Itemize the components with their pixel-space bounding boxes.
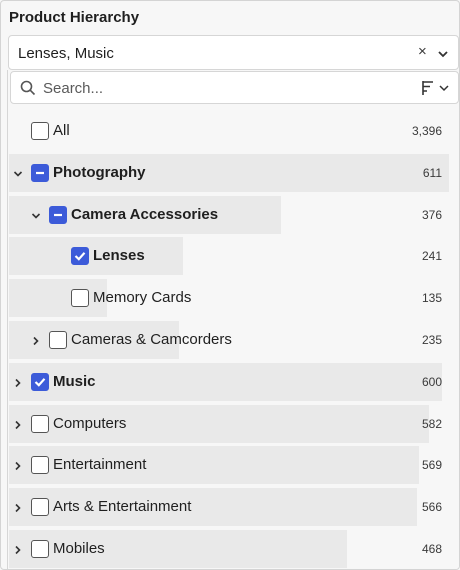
checkbox[interactable] (31, 122, 49, 140)
tree-item-label: Arts & Entertainment (53, 498, 192, 516)
chevron-down-icon[interactable] (437, 47, 449, 59)
tree-item-count: 135 (421, 291, 442, 306)
checkbox[interactable] (31, 414, 49, 433)
checkbox[interactable] (31, 540, 49, 558)
chevron-right-icon[interactable] (12, 501, 24, 513)
tree-item-label: Music (53, 372, 96, 390)
chevron-right-icon[interactable] (30, 334, 42, 346)
checkbox[interactable] (71, 247, 89, 266)
tree-item-label: Entertainment (53, 456, 147, 474)
close-icon[interactable]: × (418, 44, 430, 60)
tree-row[interactable]: Camera Accessories 376 (8, 195, 459, 234)
tree-row[interactable]: Lenses 241 (8, 237, 459, 276)
tree-item-count: 376 (421, 207, 442, 222)
tree-item-count: 600 (421, 374, 442, 389)
product-hierarchy-panel: Product Hierarchy Lenses, Music × Search… (0, 0, 460, 570)
tree-item-label: Cameras & Camcorders (71, 331, 232, 348)
search-icon (20, 80, 36, 96)
tree-item-count: 566 (421, 500, 442, 515)
tree-row[interactable]: Entertainment 569 (8, 446, 459, 485)
chevron-right-icon[interactable] (12, 418, 24, 430)
panel-title: Product Hierarchy (9, 9, 140, 26)
chevron-down-icon[interactable] (30, 209, 42, 221)
chevron-right-icon[interactable] (12, 376, 24, 388)
tree-row[interactable]: All 3,396 (8, 112, 459, 150)
search-box (10, 71, 459, 104)
tree-item-count: 582 (421, 416, 442, 431)
sort-button[interactable] (421, 78, 453, 98)
tree-row[interactable]: Photography 611 (8, 153, 459, 192)
tree-item-count: 3,396 (411, 124, 442, 138)
tree-row[interactable]: Memory Cards 135 (8, 279, 459, 318)
checkbox[interactable] (71, 289, 89, 308)
checkbox[interactable] (31, 163, 49, 182)
tree-row[interactable]: Music 600 (8, 362, 459, 401)
checkbox[interactable] (31, 456, 49, 475)
search-input[interactable] (43, 76, 383, 100)
tree-item-label: All (53, 122, 70, 139)
sort-icon (421, 78, 453, 103)
chevron-right-icon[interactable] (12, 543, 24, 555)
tree-item-count: 468 (421, 542, 442, 556)
chevron-right-icon[interactable] (12, 459, 24, 471)
hierarchy-dropdown: All 3,396 Photography 611 Camera Accessories… (7, 70, 459, 569)
chevron-down-icon[interactable] (12, 167, 24, 179)
tree-row[interactable]: Cameras & Camcorders 235 (8, 321, 459, 359)
selected-values: Lenses, Music (18, 45, 114, 62)
tree-item-count: 241 (421, 249, 442, 264)
tree-item-label: Memory Cards (93, 289, 192, 307)
tree-item-label: Camera Accessories (71, 205, 219, 223)
tree-item-count: 235 (421, 333, 442, 347)
tree-item-label: Photography (53, 163, 146, 181)
tree-row[interactable]: Computers 582 (8, 404, 459, 443)
tree-item-label: Computers (53, 414, 127, 432)
checkbox[interactable] (49, 331, 67, 349)
tree-item-label: Lenses (93, 247, 145, 265)
tree-item-count: 611 (422, 165, 442, 180)
tree-item-count: 569 (421, 458, 442, 473)
checkbox[interactable] (31, 498, 49, 517)
tree-row[interactable]: Arts & Entertainment 566 (8, 488, 459, 527)
tree-row[interactable]: Mobiles 468 (8, 530, 459, 568)
tree-item-label: Mobiles (53, 540, 105, 557)
checkbox[interactable] (49, 205, 67, 224)
hierarchy-select[interactable]: Lenses, Music × (8, 35, 459, 70)
checkbox[interactable] (31, 372, 49, 391)
